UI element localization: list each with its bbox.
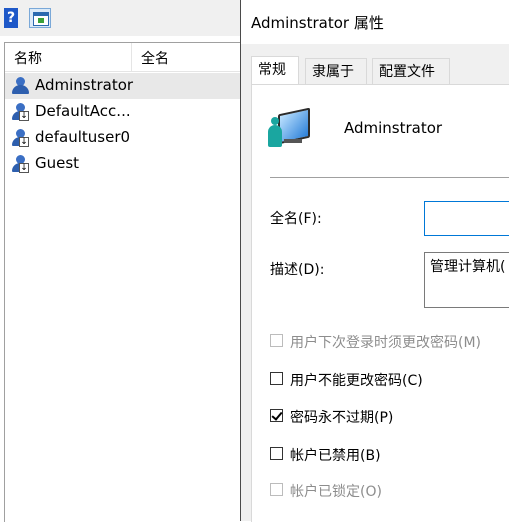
checkbox-box[interactable] — [270, 409, 283, 422]
description-value: 管理计算机( — [430, 259, 506, 275]
checkbox-box[interactable] — [270, 372, 283, 385]
tab-member-of[interactable]: 隶属于 — [305, 58, 367, 84]
disabled-user-icon: ↓ — [11, 155, 31, 173]
column-divider[interactable] — [131, 43, 132, 71]
disabled-user-icon: ↓ — [11, 103, 31, 121]
checkbox-label[interactable]: 帐户已禁用(B) — [290, 445, 381, 465]
list-column-header: 名称 全名 — [5, 43, 241, 72]
user-icon — [11, 77, 31, 95]
checkbox-box[interactable] — [270, 447, 283, 460]
checkbox-box — [270, 334, 283, 347]
fullname-field[interactable] — [424, 201, 509, 236]
checkmark-icon — [271, 409, 283, 421]
list-item-label: defaultuser0 — [35, 128, 131, 146]
description-label: 描述(D): — [270, 262, 325, 278]
dialog-titlebar[interactable]: Adminstrator 属性 — [241, 0, 509, 44]
list-item-label: Adminstrator — [35, 76, 134, 94]
general-tab-panel: Adminstrator 全名(F): 描述(D): 管理计算机( 用户下次登录… — [251, 84, 509, 522]
column-header-fullname[interactable]: 全名 — [141, 48, 169, 68]
list-item[interactable]: ↓ Guest — [5, 151, 241, 177]
tab-profile[interactable]: 配置文件 — [372, 58, 450, 84]
list-item[interactable]: Adminstrator — [5, 73, 241, 99]
mmc-toolbar: ? — [0, 0, 240, 36]
divider — [270, 177, 509, 178]
list-item-label: DefaultAcc... — [35, 102, 131, 120]
list-item-label: Guest — [35, 154, 80, 172]
checkbox-label: 帐户已锁定(O) — [290, 484, 382, 500]
disabled-user-icon: ↓ — [11, 129, 31, 147]
dialog-title: Adminstrator 属性 — [251, 14, 384, 32]
list-item[interactable]: ↓ DefaultAcc... — [5, 99, 241, 125]
tab-general[interactable]: 常规 — [251, 56, 299, 86]
checkbox-box — [270, 483, 283, 496]
show-hide-action-pane-icon[interactable] — [29, 8, 51, 28]
checkbox-label[interactable]: 密码永不过期(P) — [290, 407, 393, 427]
checkbox-label[interactable]: 用户不能更改密码(C) — [290, 370, 423, 390]
user-computer-icon — [266, 107, 310, 153]
checkbox-label: 用户下次登录时须更改密码(M) — [290, 335, 482, 351]
properties-dialog: Adminstrator 属性 常规 隶属于 配置文件 Adminstrator… — [240, 0, 509, 522]
dialog-body: 常规 隶属于 配置文件 Adminstrator 全名(F): 描述(D): 管… — [241, 44, 509, 522]
column-header-name[interactable]: 名称 — [14, 48, 42, 68]
description-field[interactable]: 管理计算机( — [424, 252, 509, 308]
list-item[interactable]: ↓ defaultuser0 — [5, 125, 241, 151]
fullname-label: 全名(F): — [270, 211, 322, 227]
account-name: Adminstrator — [344, 119, 443, 137]
user-list-pane: 名称 全名 Adminstrator ↓ DefaultAcc... ↓ def… — [4, 42, 241, 522]
help-icon[interactable]: ? — [4, 8, 18, 28]
